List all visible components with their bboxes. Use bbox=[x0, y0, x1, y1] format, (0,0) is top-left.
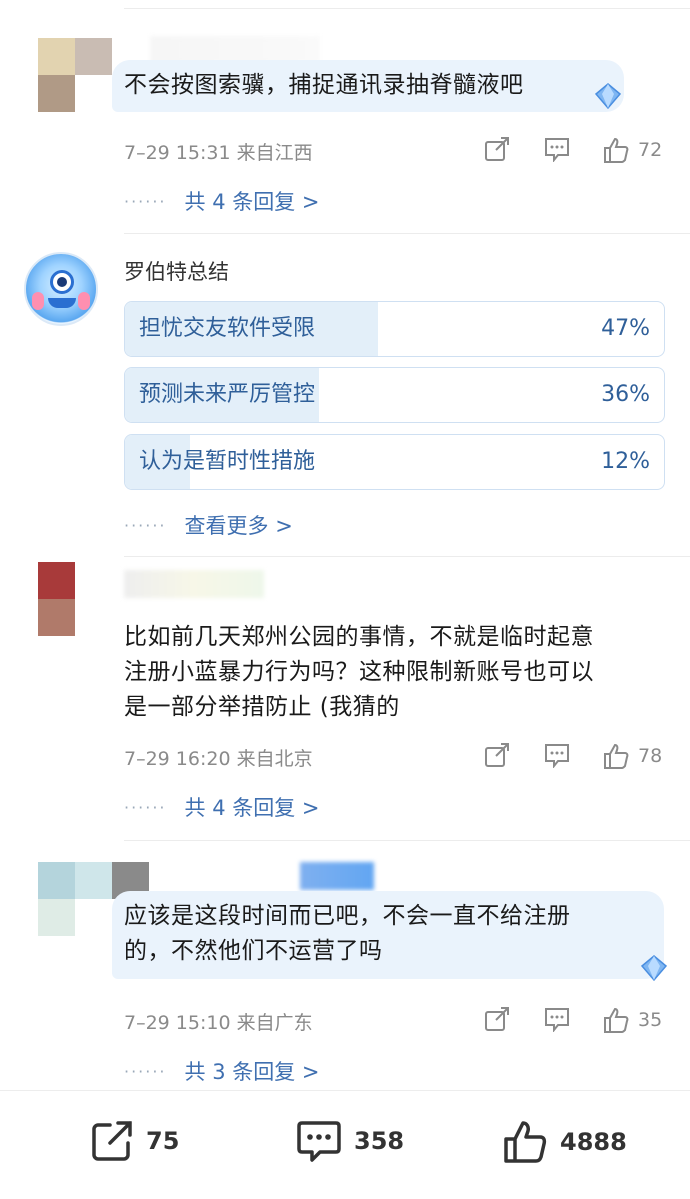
poll-percent: 12% bbox=[601, 449, 650, 474]
poll-label: 认为是暂时性措施 bbox=[139, 449, 316, 474]
comment-line: 比如前几天郑州公园的事情，不就是临时起意 bbox=[124, 624, 594, 650]
comment-line: 注册小蓝暴力行为吗？这种限制新账号也可以 bbox=[124, 659, 594, 685]
diamond-badge-icon bbox=[640, 955, 668, 982]
dots: ······ bbox=[124, 191, 167, 211]
like-post-button[interactable]: 4888 bbox=[502, 1119, 627, 1165]
username-redacted bbox=[300, 862, 374, 890]
thumbs-up-icon bbox=[604, 743, 629, 769]
comment-meta: 7–29 15:31 来自江西 bbox=[124, 142, 313, 164]
comment-icon bbox=[545, 1008, 569, 1032]
divider bbox=[124, 8, 690, 9]
like-count: 72 bbox=[638, 139, 663, 161]
comment-icon bbox=[545, 744, 569, 768]
comment-line: 的，不然他们不运营了吗 bbox=[124, 938, 383, 964]
comments-button[interactable]: 358 bbox=[296, 1119, 404, 1163]
divider bbox=[124, 233, 690, 234]
comment-meta: 7–29 16:20 来自北京 bbox=[124, 748, 313, 770]
comment-bubble-icon bbox=[297, 1121, 341, 1162]
poll-label: 预测未来严厉管控 bbox=[139, 382, 316, 407]
divider bbox=[124, 556, 690, 557]
thumbs-up-icon bbox=[604, 137, 629, 163]
diamond-badge-icon bbox=[594, 83, 622, 110]
poll-option[interactable]: 预测未来严厉管控 36% bbox=[124, 367, 665, 423]
username-redacted bbox=[124, 570, 264, 598]
reply-button[interactable] bbox=[543, 136, 571, 162]
comment-text: 应该是这段时间而已吧，不会一直不给注册 的，不然他们不运营了吗 bbox=[124, 899, 571, 969]
repost-icon bbox=[485, 137, 509, 161]
view-replies-link[interactable]: ······ 共 4 条回复 > bbox=[124, 186, 320, 216]
divider bbox=[124, 840, 690, 841]
view-replies-link[interactable]: ······ 共 3 条回复 > bbox=[124, 1056, 320, 1086]
replies-label: 共 4 条回复 > bbox=[184, 190, 320, 214]
poll-label: 担忧交友软件受限 bbox=[139, 316, 316, 341]
reply-button[interactable] bbox=[543, 742, 571, 768]
replies-label: 共 4 条回复 > bbox=[184, 796, 320, 820]
comment-meta: 7–29 15:10 来自广东 bbox=[124, 1012, 313, 1034]
robot-pupil bbox=[57, 277, 67, 287]
robot-mouth bbox=[48, 298, 76, 308]
repost-button[interactable] bbox=[484, 742, 510, 768]
poll-option[interactable]: 担忧交友软件受限 47% bbox=[124, 301, 665, 357]
repost-icon bbox=[485, 1007, 509, 1031]
comments-count: 358 bbox=[354, 1127, 405, 1155]
view-more-label: 查看更多 > bbox=[184, 514, 293, 538]
bottom-action-bar: 75 358 4888 bbox=[0, 1090, 690, 1199]
comment-line: 应该是这段时间而已吧，不会一直不给注册 bbox=[124, 903, 571, 929]
comment-icon bbox=[545, 138, 569, 162]
like-count: 35 bbox=[638, 1009, 663, 1031]
poll-option[interactable]: 认为是暂时性措施 12% bbox=[124, 434, 665, 490]
repost-icon bbox=[485, 743, 509, 767]
poll-percent: 36% bbox=[601, 382, 650, 407]
share-button[interactable]: 75 bbox=[90, 1119, 179, 1163]
author-name[interactable]: 罗伯特总结 bbox=[124, 256, 229, 286]
view-more-link[interactable]: ······ 查看更多 > bbox=[124, 510, 293, 540]
robot-avatar[interactable] bbox=[24, 252, 98, 326]
comment-line: 不会按图索骥，捕捉通讯录抽脊髓液吧 bbox=[124, 72, 524, 98]
reply-button[interactable] bbox=[543, 1006, 571, 1032]
robot-arm-right bbox=[78, 292, 90, 310]
avatar[interactable] bbox=[38, 38, 112, 112]
repost-button[interactable] bbox=[484, 1006, 510, 1032]
share-icon bbox=[92, 1121, 132, 1161]
thumbs-up-icon bbox=[604, 1007, 629, 1033]
avatar[interactable] bbox=[38, 562, 75, 636]
share-count: 75 bbox=[146, 1127, 180, 1155]
comment-text: 不会按图索骥，捕捉通讯录抽脊髓液吧 bbox=[124, 68, 524, 103]
like-count: 78 bbox=[638, 745, 663, 767]
view-replies-link[interactable]: ······ 共 4 条回复 > bbox=[124, 792, 320, 822]
comment-line: 是一部分举措防止 (我猜的 bbox=[124, 694, 400, 720]
poll-percent: 47% bbox=[601, 316, 650, 341]
dots: ······ bbox=[124, 797, 167, 817]
robot-arm-left bbox=[32, 292, 44, 310]
like-button[interactable]: 78 bbox=[602, 742, 662, 770]
repost-button[interactable] bbox=[484, 136, 510, 162]
thumbs-up-icon bbox=[504, 1121, 547, 1163]
comment-text: 比如前几天郑州公园的事情，不就是临时起意 注册小蓝暴力行为吗？这种限制新账号也可… bbox=[124, 620, 594, 725]
replies-label: 共 3 条回复 > bbox=[184, 1060, 320, 1084]
dots: ······ bbox=[124, 515, 167, 535]
dots: ······ bbox=[124, 1061, 167, 1081]
likes-count: 4888 bbox=[560, 1128, 627, 1156]
like-button[interactable]: 35 bbox=[602, 1006, 662, 1034]
like-button[interactable]: 72 bbox=[602, 136, 662, 164]
